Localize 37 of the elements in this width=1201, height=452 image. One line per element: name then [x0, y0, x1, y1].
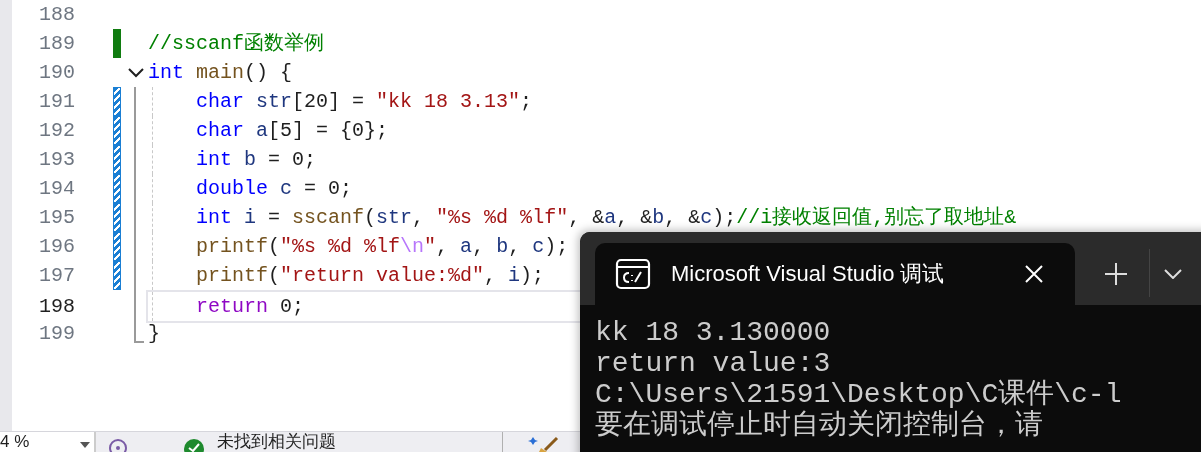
- line-number: 198: [39, 294, 75, 320]
- close-icon[interactable]: [1025, 265, 1043, 283]
- line-number: 196: [39, 234, 75, 260]
- code-line: }: [148, 321, 160, 347]
- code-line: int i = sscanf(str, "%s %d %lf", &a, &b, &c);//i接收返回值,别忘了取地址&: [196, 205, 1017, 231]
- line-number: 197: [39, 263, 75, 289]
- code-line: printf("%s %d %lf\n", a, b, c);: [196, 234, 569, 260]
- line-number: 188: [39, 2, 75, 28]
- console-output-line: return value:3: [595, 348, 831, 379]
- line-number: 190: [39, 60, 75, 86]
- code-line: int main() {: [148, 60, 293, 86]
- code-line: char a[5] = {0};: [196, 118, 389, 144]
- code-line: char str[20] = "kk 18 3.13";: [196, 89, 533, 115]
- line-number: 199: [39, 321, 75, 347]
- console-output-line: 要在调试停止时自动关闭控制台，请: [595, 410, 1043, 441]
- code-line: double c = 0;: [196, 176, 353, 202]
- console-tab[interactable]: Microsoft Visual Studio 调试: [595, 243, 1075, 305]
- code-line: //sscanf函数举例: [148, 31, 324, 57]
- terminal-icon: [615, 258, 651, 290]
- line-number: 194: [39, 176, 75, 202]
- code-line: return 0;: [196, 294, 305, 320]
- code-line: printf("return value:%d", i);: [196, 263, 545, 289]
- collapse-chevron-icon[interactable]: [127, 67, 144, 78]
- code-line: int b = 0;: [196, 147, 317, 173]
- add-tab-icon[interactable]: [1105, 263, 1127, 285]
- issues-status[interactable]: 未找到相关问题: [217, 432, 336, 452]
- line-number: 195: [39, 205, 75, 231]
- line-number: 192: [39, 118, 75, 144]
- line-number: 193: [39, 147, 75, 173]
- console-output-line: kk 18 3.130000: [595, 317, 831, 348]
- caret-icon: [80, 442, 90, 448]
- line-number: 191: [39, 89, 75, 115]
- chevron-down-icon[interactable]: [1164, 269, 1182, 279]
- console-output-line: C:\Users\21591\Desktop\C课件\c-l: [595, 379, 1122, 410]
- line-number: 189: [39, 31, 75, 57]
- tab-title: Microsoft Visual Studio 调试: [671, 260, 945, 288]
- zoom-dropdown[interactable]: 4 %: [0, 432, 96, 452]
